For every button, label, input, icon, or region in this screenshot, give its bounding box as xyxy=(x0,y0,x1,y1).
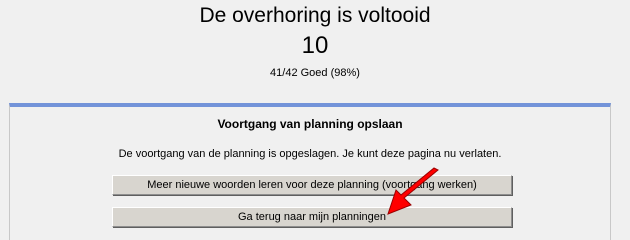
panel-title: Voortgang van planning opslaan xyxy=(217,117,403,131)
result-score: 10 xyxy=(301,32,329,59)
save-progress-panel: Voortgang van planning opslaan De voortg… xyxy=(9,103,611,240)
result-summary: 41/42 Goed (98%) xyxy=(270,67,360,79)
back-to-plannings-button[interactable]: Ga terug naar mijn planningen xyxy=(112,207,512,227)
result-title: De overhoring is voltooid xyxy=(199,4,431,27)
learn-more-words-button[interactable]: Meer nieuwe woorden leren voor deze plan… xyxy=(112,175,512,195)
panel-message: De voortgang van de planning is opgeslag… xyxy=(118,148,502,160)
